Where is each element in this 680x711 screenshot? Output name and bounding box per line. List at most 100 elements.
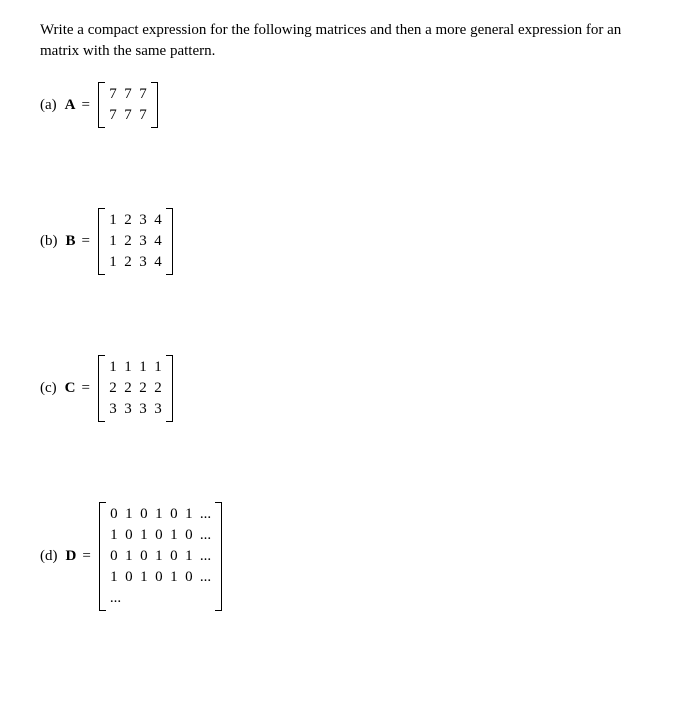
bracket-right — [166, 355, 173, 422]
matrix-cell: 4 — [154, 231, 162, 252]
matrix-cell: 2 — [124, 252, 132, 273]
matrix-cell: 0 — [140, 546, 148, 567]
matrix-cell: 0 — [110, 504, 118, 525]
matrix-d: 010101...101010...010101...101010...... — [99, 502, 222, 611]
matrix-body: 010101...101010...010101...101010...... — [106, 502, 215, 611]
matrix-cell: 0 — [110, 546, 118, 567]
matrix-cell: 0 — [170, 546, 178, 567]
matrix-body: 777777 — [105, 82, 151, 128]
matrix-cell: 1 — [154, 357, 162, 378]
prompt-text: Write a compact expression for the follo… — [40, 20, 640, 62]
matrix-row: 2222 — [109, 378, 162, 399]
matrix-cell: 1 — [185, 546, 193, 567]
matrix-cell: 3 — [139, 252, 147, 273]
bracket-left — [98, 208, 105, 275]
matrix-cell: 3 — [124, 399, 132, 420]
matrix-cell: 2 — [124, 378, 132, 399]
matrix-cell: 1 — [139, 357, 147, 378]
label-d: (d) — [40, 548, 58, 565]
matrix-row: 1234 — [109, 210, 162, 231]
matrix-cell: 0 — [125, 525, 133, 546]
matrix-cell: 1 — [140, 525, 148, 546]
matrix-cell: 3 — [139, 399, 147, 420]
matrix-cell: 2 — [154, 378, 162, 399]
matrix-cell: 7 — [109, 105, 117, 126]
var-a: A — [65, 97, 76, 114]
matrix-cell: 7 — [109, 84, 117, 105]
bracket-left — [98, 82, 105, 128]
problem-d: (d) D = 010101...101010...010101...10101… — [40, 502, 640, 611]
matrix-cell: 0 — [125, 567, 133, 588]
problem-c: (c) C = 111122223333 — [40, 355, 640, 422]
matrix-row: ... — [110, 588, 211, 609]
matrix-cell: ... — [110, 588, 121, 609]
matrix-cell: 1 — [125, 546, 133, 567]
matrix-b: 123412341234 — [98, 208, 173, 275]
matrix-cell: 1 — [170, 567, 178, 588]
bracket-left — [98, 355, 105, 422]
matrix-cell: 0 — [185, 567, 193, 588]
matrix-cell: 2 — [109, 378, 117, 399]
eq-d: = — [82, 548, 90, 565]
matrix-cell: 1 — [109, 210, 117, 231]
eq-b: = — [82, 233, 90, 250]
matrix-cell: 3 — [139, 210, 147, 231]
matrix-cell: 3 — [154, 399, 162, 420]
matrix-row: 1111 — [109, 357, 162, 378]
matrix-row: 3333 — [109, 399, 162, 420]
bracket-right — [215, 502, 222, 611]
var-d: D — [66, 548, 77, 565]
matrix-cell: 4 — [154, 252, 162, 273]
bracket-left — [99, 502, 106, 611]
matrix-cell: 1 — [110, 567, 118, 588]
matrix-cell: ... — [200, 567, 211, 588]
matrix-row: 777 — [109, 105, 147, 126]
matrix-cell: 7 — [124, 84, 132, 105]
label-c: (c) — [40, 380, 57, 397]
matrix-cell: 2 — [124, 210, 132, 231]
matrix-body: 123412341234 — [105, 208, 166, 275]
problem-b: (b) B = 123412341234 — [40, 208, 640, 275]
matrix-row: 101010... — [110, 567, 211, 588]
matrix-cell: 1 — [124, 357, 132, 378]
matrix-cell: 7 — [139, 84, 147, 105]
matrix-cell: 0 — [155, 525, 163, 546]
matrix-cell: 2 — [139, 378, 147, 399]
matrix-cell: 0 — [140, 504, 148, 525]
label-b: (b) — [40, 233, 58, 250]
matrix-cell: 3 — [109, 399, 117, 420]
matrix-row: 101010... — [110, 525, 211, 546]
matrix-cell: 1 — [170, 525, 178, 546]
matrix-c: 111122223333 — [98, 355, 173, 422]
matrix-cell: 0 — [185, 525, 193, 546]
matrix-cell: 1 — [109, 357, 117, 378]
matrix-cell: 4 — [154, 210, 162, 231]
matrix-row: 010101... — [110, 546, 211, 567]
matrix-cell: 1 — [110, 525, 118, 546]
eq-c: = — [82, 380, 90, 397]
matrix-cell: 1 — [140, 567, 148, 588]
matrix-cell: ... — [200, 525, 211, 546]
matrix-cell: ... — [200, 504, 211, 525]
matrix-cell: 7 — [139, 105, 147, 126]
matrix-a: 777777 — [98, 82, 158, 128]
matrix-cell: 3 — [139, 231, 147, 252]
matrix-cell: 0 — [170, 504, 178, 525]
label-a: (a) — [40, 97, 57, 114]
matrix-cell: 1 — [125, 504, 133, 525]
matrix-row: 1234 — [109, 252, 162, 273]
matrix-body: 111122223333 — [105, 355, 166, 422]
matrix-row: 777 — [109, 84, 147, 105]
matrix-cell: 1 — [155, 504, 163, 525]
matrix-cell: 1 — [109, 252, 117, 273]
matrix-cell: 1 — [155, 546, 163, 567]
var-c: C — [65, 380, 76, 397]
matrix-cell: 1 — [109, 231, 117, 252]
matrix-cell: ... — [200, 546, 211, 567]
var-b: B — [66, 233, 76, 250]
bracket-right — [151, 82, 158, 128]
matrix-cell: 7 — [124, 105, 132, 126]
problem-a: (a) A = 777777 — [40, 82, 640, 128]
bracket-right — [166, 208, 173, 275]
matrix-row: 010101... — [110, 504, 211, 525]
